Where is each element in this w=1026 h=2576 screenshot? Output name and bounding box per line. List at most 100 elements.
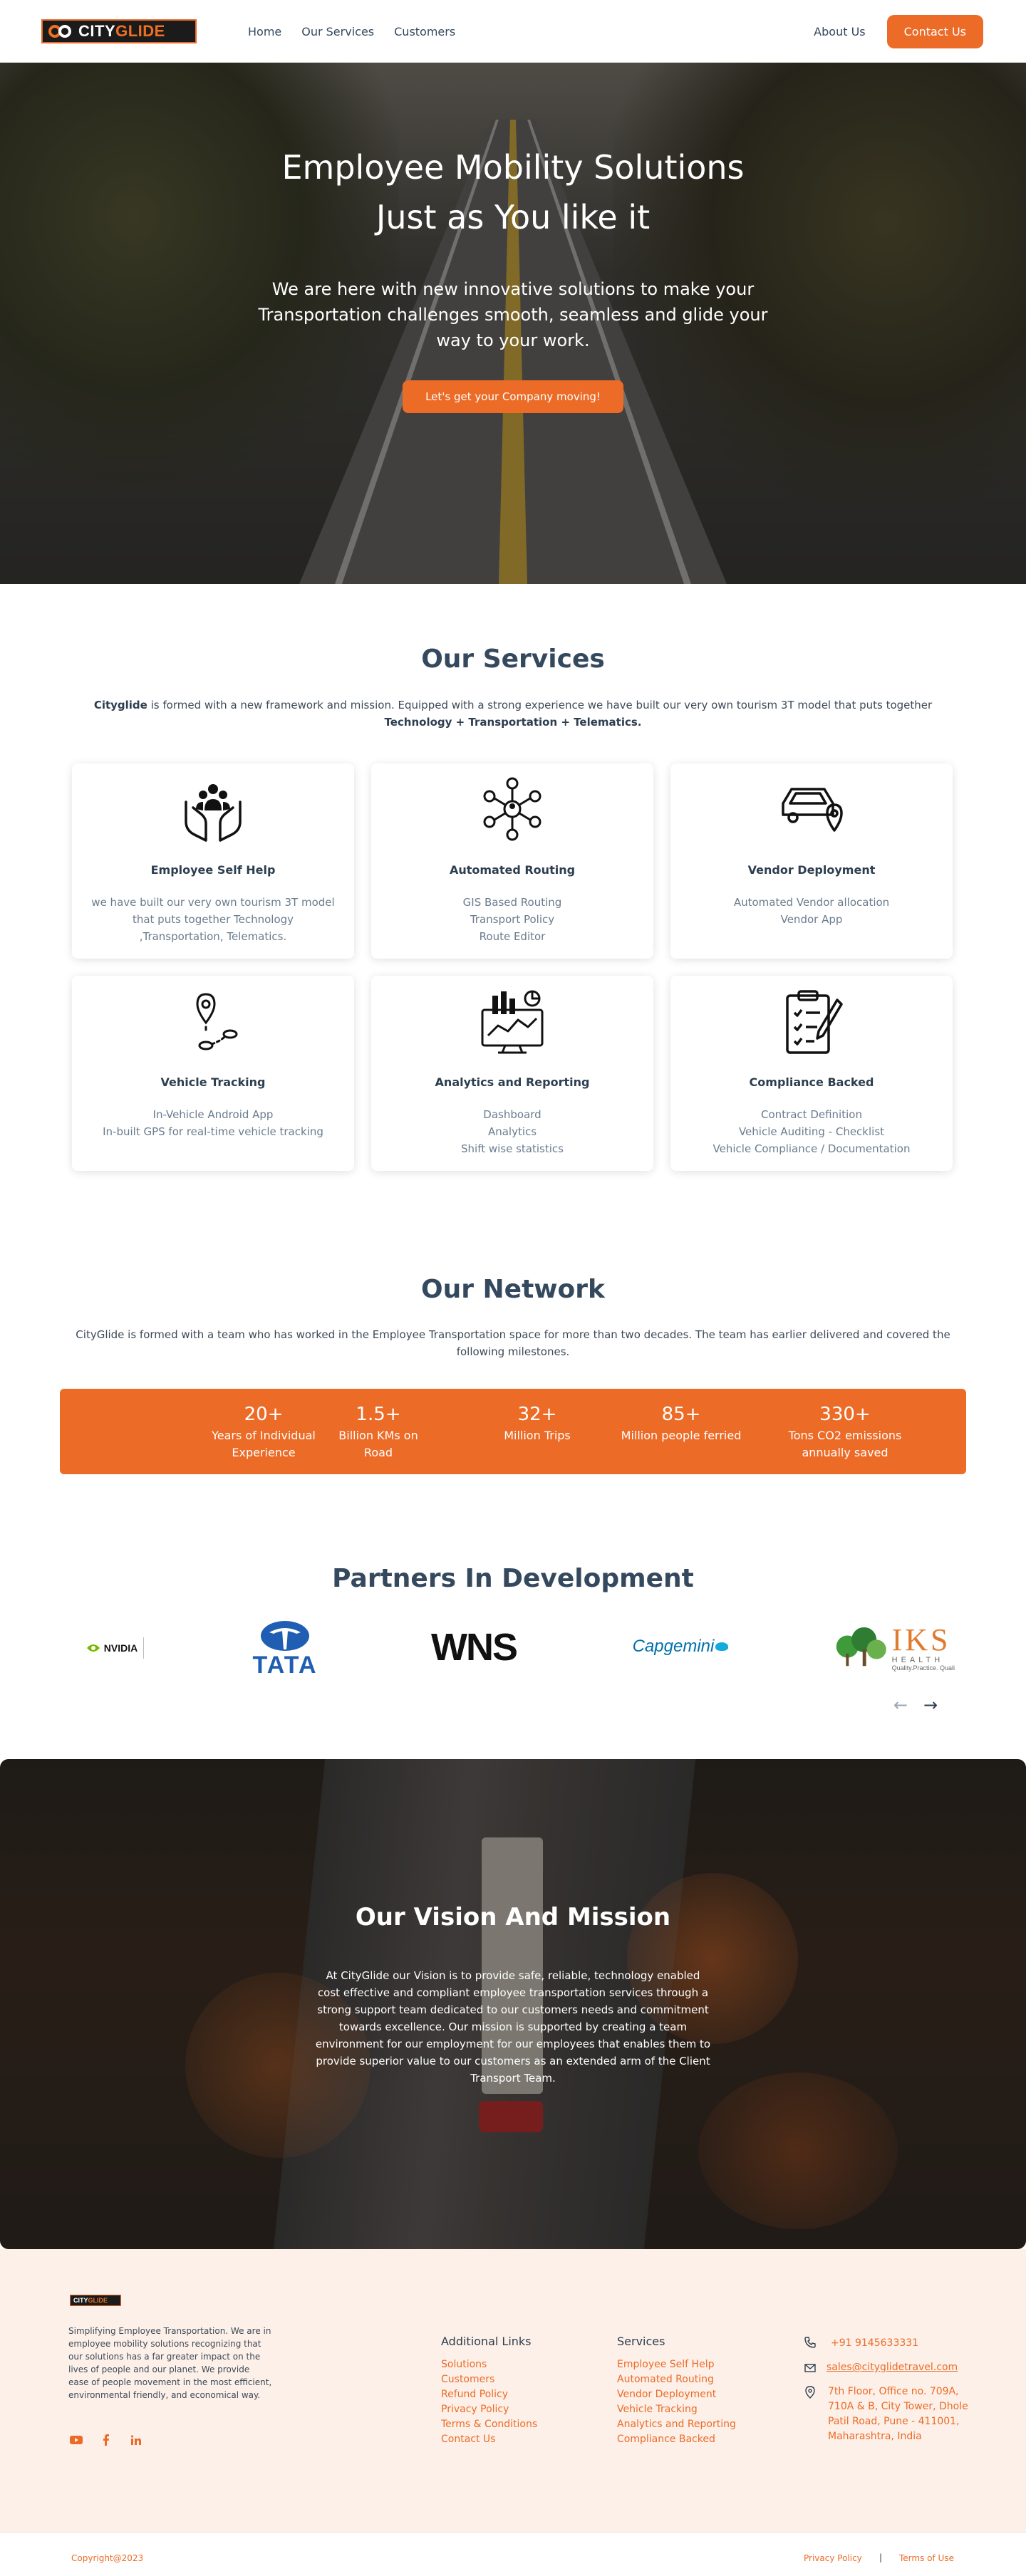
bottom-terms-link[interactable]: Terms of Use: [899, 2553, 954, 2563]
analytics-monitor-icon: [481, 990, 544, 1054]
card-line: In-built GPS for real-time vehicle track…: [103, 1125, 323, 1138]
nav-home[interactable]: Home: [248, 25, 281, 38]
card-line: Contract Definition: [761, 1108, 862, 1121]
partner-logo-nvidia: NVIDIA: [77, 1634, 152, 1662]
footer-link-refund-policy[interactable]: Refund Policy: [441, 2387, 537, 2402]
card-line: GIS Based Routing: [462, 896, 562, 909]
card-line: Transport Policy: [470, 913, 555, 926]
hero-cta-button[interactable]: Let's get your Company moving!: [403, 380, 623, 413]
stat-co2: 330+ Tons CO2 emissions annually saved: [788, 1404, 902, 1459]
nav-our-services[interactable]: Our Services: [301, 25, 374, 38]
nav-customers[interactable]: Customers: [394, 25, 455, 38]
location-pin-icon: [805, 2386, 815, 2399]
site-header: CITYGLIDE Home Our Services Customers Ab…: [0, 0, 1026, 63]
mail-icon: [804, 2364, 816, 2372]
milestones-banner: 20+ Years of Individual Experience 1.5+ …: [60, 1389, 966, 1474]
service-card-analytics-reporting[interactable]: Analytics and Reporting Dashboard Analyt…: [371, 976, 653, 1171]
hands-people-icon: [185, 784, 242, 842]
card-title: Employee Self Help: [150, 863, 276, 877]
partners-title: Partners In Development: [332, 1564, 694, 1593]
main-nav: Home Our Services Customers: [248, 0, 455, 63]
footer-service-link[interactable]: Vehicle Tracking: [617, 2402, 736, 2417]
card-line: Vehicle Compliance / Documentation: [712, 1142, 911, 1155]
partner-logo-iks: IKS HEALTH Quality.Practice. Quali: [831, 1614, 955, 1682]
card-line: Automated Vendor allocation: [733, 896, 890, 909]
footer-services-list: Employee Self Help Automated Routing Ven…: [617, 2357, 736, 2447]
card-line: Shift wise statistics: [461, 1142, 564, 1155]
footer-service-link[interactable]: Analytics and Reporting: [617, 2417, 736, 2432]
copyright-text: Copyright@2023: [71, 2553, 144, 2563]
footer-email[interactable]: sales@cityglidetravel.com: [826, 2360, 958, 2375]
network-title: Our Network: [421, 1275, 605, 1304]
vision-text: At CityGlide our Vision is to provide sa…: [315, 1969, 711, 2085]
card-line: ,Transportation, Telematics.: [139, 930, 287, 943]
card-line: Dashboard: [483, 1108, 542, 1121]
service-card-automated-routing[interactable]: Automated Routing GIS Based Routing Tran…: [371, 763, 653, 959]
card-title: Vendor Deployment: [747, 863, 876, 877]
footer-link-customers[interactable]: Customers: [441, 2372, 537, 2387]
facebook-icon[interactable]: [103, 2434, 110, 2449]
services-title: Our Services: [421, 645, 605, 674]
footer-link-contact[interactable]: Contact Us: [441, 2432, 537, 2447]
nav-about-us[interactable]: About Us: [814, 25, 865, 38]
header-actions: About Us Contact Us: [814, 0, 983, 63]
footer-address: 7th Floor, Office no. 709A, 710A & B, Ci…: [828, 2386, 968, 2442]
capgemini-spade-icon: [715, 1642, 729, 1651]
youtube-icon[interactable]: [70, 2434, 83, 2448]
footer-bottom-bar: [0, 2532, 1026, 2576]
network-description: CityGlide is formed with a team who has …: [76, 1328, 950, 1358]
bottom-separator: |: [879, 2552, 883, 2562]
card-line: Analytics: [487, 1125, 537, 1138]
footer-services-title: Services: [617, 2335, 665, 2348]
card-line: Vendor App: [780, 913, 843, 926]
partner-logo-capgemini: Capgemini: [627, 1632, 734, 1661]
card-title: Vehicle Tracking: [160, 1075, 266, 1089]
footer-service-link[interactable]: Compliance Backed: [617, 2432, 736, 2447]
footer-link-terms[interactable]: Terms & Conditions: [441, 2417, 537, 2432]
stat-kms: 1.5+ Billion KMs on Road: [338, 1404, 418, 1459]
footer-service-link[interactable]: Automated Routing: [617, 2372, 736, 2387]
card-line: we have built our very own tourism 3T mo…: [91, 896, 335, 909]
iks-trees-icon: [836, 1627, 886, 1667]
partner-logo-wns: WNS: [431, 1626, 518, 1669]
card-line: In-Vehicle Android App: [152, 1108, 274, 1121]
site-logo[interactable]: CITYGLIDE: [41, 19, 197, 43]
footer-service-link[interactable]: Employee Self Help: [617, 2357, 736, 2372]
car-location-icon: [782, 788, 843, 832]
footer-service-link[interactable]: Vendor Deployment: [617, 2387, 736, 2402]
hero-subtitle: We are here with new innovative solution…: [258, 279, 768, 350]
card-title: Compliance Backed: [749, 1075, 874, 1089]
nvidia-eye-icon: [86, 1644, 100, 1652]
contact-us-button[interactable]: Contact Us: [886, 14, 983, 48]
partner-logo-tata: TATA: [249, 1617, 321, 1681]
bottom-privacy-link[interactable]: Privacy Policy: [804, 2553, 862, 2563]
network-routing-icon: [483, 777, 542, 841]
card-line: Route Editor: [479, 930, 546, 943]
service-card-vehicle-tracking[interactable]: Vehicle Tracking In-Vehicle Android App …: [72, 976, 354, 1171]
card-title: Analytics and Reporting: [435, 1075, 590, 1089]
footer-about: Simplifying Employee Transportation. We …: [68, 2326, 272, 2400]
hero-title: Employee Mobility Solutions Just as You …: [281, 148, 745, 236]
logo-mark-icon: [48, 24, 74, 38]
carousel-next-icon[interactable]: →: [923, 1695, 938, 1715]
footer-link-solutions[interactable]: Solutions: [441, 2357, 537, 2372]
footer-phone[interactable]: +91 9145633331: [831, 2336, 918, 2351]
card-title: Automated Routing: [449, 863, 576, 877]
logo-text-glide: GLIDE: [115, 22, 165, 40]
clipboard-checklist-icon: [786, 990, 843, 1054]
service-card-employee-self-help[interactable]: Employee Self Help we have built our ver…: [72, 763, 354, 959]
footer-link-privacy-policy[interactable]: Privacy Policy: [441, 2402, 537, 2417]
logo-text-city: CITY: [78, 22, 116, 40]
vision-title: Our Vision And Mission: [355, 1903, 671, 1931]
card-line: that puts together Technology: [132, 913, 294, 926]
linkedin-icon[interactable]: [130, 2434, 141, 2448]
footer-links-list: Solutions Customers Refund Policy Privac…: [441, 2357, 537, 2447]
phone-icon: [804, 2337, 816, 2348]
carousel-prev-icon[interactable]: ←: [893, 1695, 908, 1715]
tata-emblem-icon: [261, 1621, 309, 1651]
service-card-compliance-backed[interactable]: Compliance Backed Contract Definition Ve…: [670, 976, 953, 1171]
services-description: Cityglide is formed with a new framework…: [93, 699, 933, 729]
map-pin-route-icon: [196, 993, 238, 1050]
footer-logo[interactable]: CITY GLIDE: [70, 2295, 121, 2306]
service-card-vendor-deployment[interactable]: Vendor Deployment Automated Vendor alloc…: [670, 763, 953, 959]
